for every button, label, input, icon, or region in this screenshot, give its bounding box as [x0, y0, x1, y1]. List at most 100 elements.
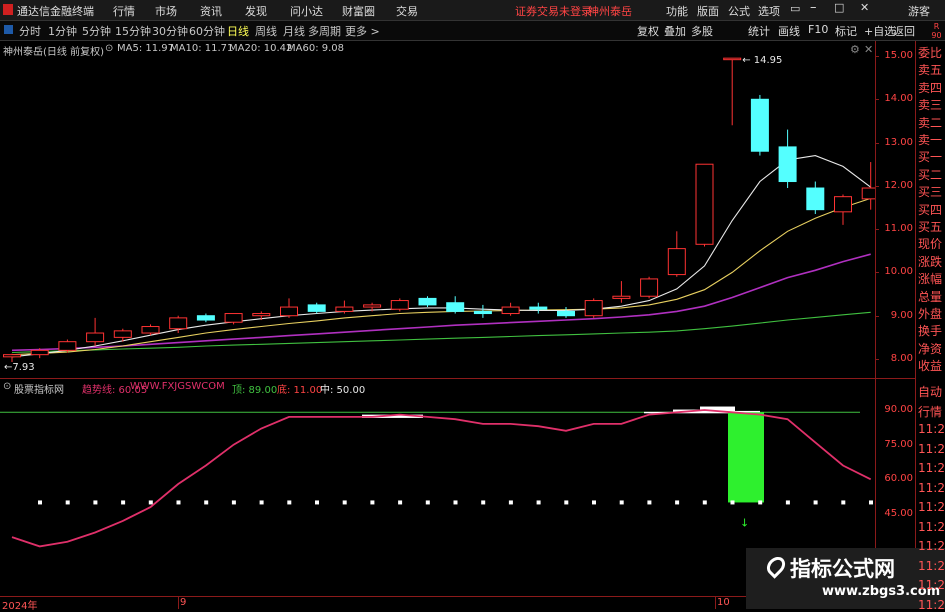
quote-tick-label: 11:2 — [918, 578, 945, 592]
btn-tongji[interactable]: 统计 — [748, 23, 770, 39]
period-fenshi[interactable]: 分时 — [19, 23, 41, 39]
menu-gongneng[interactable]: 功能 — [666, 3, 688, 19]
stock-name-title: 神州泰岳 — [588, 5, 632, 18]
price-tick-label: 11.00 — [884, 223, 913, 235]
location-pin-icon — [763, 553, 789, 579]
menu-shichang[interactable]: 市场 — [155, 3, 177, 19]
quote-field-label: 收益 — [918, 359, 943, 374]
btn-fuquan[interactable]: 复权 — [637, 23, 659, 39]
window-restore-icon[interactable]: ▭ — [790, 2, 800, 15]
quote-field-label: 涨跌 — [918, 254, 943, 269]
price-tick-label: 9.00 — [890, 309, 913, 321]
quote-field-label: 买一 — [918, 150, 943, 165]
mid-dot — [287, 500, 292, 505]
period-more[interactable]: 更多 > — [345, 23, 380, 39]
indicator-legend-item: WWW.FXJGSWCOM — [130, 381, 225, 392]
period-5min[interactable]: 5分钟 — [82, 23, 111, 39]
quote-field-label: 买二 — [918, 167, 943, 182]
quote-tick-label: 11:2 — [918, 519, 945, 534]
price-tick-label: 12.00 — [884, 179, 913, 191]
quote-tick-label: 11:2 — [918, 441, 945, 456]
quote-tick-label: 自动 — [918, 385, 943, 399]
app-name: 通达信金融终端 — [17, 5, 94, 18]
btn-duogu[interactable]: 多股 — [691, 23, 713, 39]
candle-body — [196, 315, 215, 321]
candle-body — [501, 306, 520, 315]
mid-dot — [702, 500, 707, 505]
btn-zixuan[interactable]: +自选 — [864, 23, 895, 39]
price-tick-label: 15.00 — [884, 50, 913, 61]
mid-dot — [785, 500, 790, 505]
menu-xuanxiang[interactable]: 选项 — [758, 3, 780, 19]
menu-zixun[interactable]: 资讯 — [200, 3, 222, 19]
mid-dot — [813, 500, 818, 505]
period-30min[interactable]: 30分钟 — [152, 23, 188, 39]
mid-dot — [675, 500, 680, 505]
candle-body — [834, 196, 852, 213]
indicator-legend-item: 底: 11.00 — [277, 385, 323, 396]
indicator-tick-label: 75.00 — [884, 438, 913, 450]
quote-field-label: 买四 — [918, 202, 943, 217]
period-15min[interactable]: 15分钟 — [115, 23, 151, 39]
candle-body — [529, 306, 548, 310]
close-icon[interactable]: ✕ — [860, 1, 869, 14]
menu-hangqing[interactable]: 行情 — [113, 3, 135, 19]
candle-body — [363, 304, 382, 308]
quote-tick-label: 11:2 — [918, 480, 945, 495]
guest-login[interactable]: 游客 — [908, 3, 930, 19]
candle-body — [695, 163, 714, 245]
ma10-line — [11, 197, 871, 356]
menu-jiaoyi[interactable]: 交易 — [396, 3, 418, 19]
panel-toggle-icon[interactable]: R 90 — [928, 22, 945, 40]
quote-field-label: 净资 — [918, 341, 943, 356]
price-tick-mark — [875, 229, 879, 231]
menu-gongshi[interactable]: 公式 — [728, 3, 750, 19]
mid-dot — [259, 500, 264, 505]
mid-dot — [38, 500, 42, 505]
menu-faxian[interactable]: 发现 — [245, 3, 267, 19]
btn-huaxian[interactable]: 画线 — [778, 23, 800, 39]
mid-dot — [121, 500, 126, 505]
quote-tick-label: 11:2 — [918, 461, 945, 475]
mid-dot — [481, 500, 486, 505]
price-chart[interactable]: ← 14.95 ←7.93 — [0, 41, 875, 378]
btn-f10[interactable]: F10 — [808, 23, 828, 36]
app-logo-icon — [3, 4, 13, 15]
mid-dot — [148, 500, 153, 505]
period-daily[interactable]: 日线 — [227, 23, 249, 39]
menu-caifuquan[interactable]: 财富圈 — [342, 3, 375, 19]
mid-dot — [536, 500, 541, 505]
indicator-chart[interactable]: ↓ — [0, 379, 875, 596]
maximize-icon[interactable]: □ — [834, 1, 844, 14]
candle-body — [141, 326, 160, 334]
btn-biaoji[interactable]: 标记 — [835, 23, 857, 39]
candle-body — [58, 341, 77, 351]
quote-field-label: 外盘 — [918, 307, 943, 321]
ma60-line — [11, 311, 871, 354]
right-panel-border — [915, 41, 916, 609]
candle-body — [778, 146, 797, 183]
menu-wenxiaoda[interactable]: 问小达 — [290, 3, 323, 19]
mid-dot — [508, 500, 513, 505]
period-monthly[interactable]: 月线 — [283, 23, 305, 39]
period-60min[interactable]: 60分钟 — [189, 23, 225, 39]
period-1min[interactable]: 1分钟 — [48, 23, 77, 39]
btn-diejia[interactable]: 叠加 — [664, 23, 686, 39]
candle-body — [280, 306, 298, 317]
menu-banmian[interactable]: 版面 — [697, 3, 719, 19]
price-tick-mark — [875, 315, 879, 317]
candle-body — [252, 313, 271, 317]
candle-body — [861, 187, 875, 200]
candle-body — [3, 354, 21, 358]
kline-mode-icon[interactable] — [4, 25, 13, 34]
mid-dot — [453, 500, 458, 505]
period-weekly[interactable]: 周线 — [255, 23, 277, 39]
candle-body — [224, 313, 243, 323]
indicator-legend-item: 顶: 89.00 — [232, 385, 278, 396]
quote-field-label: 涨幅 — [918, 272, 943, 287]
minimize-icon[interactable]: – — [810, 0, 817, 15]
btn-fanhui[interactable]: 返回 — [893, 23, 915, 39]
broker-status[interactable]: 证券交易未登录 — [515, 3, 592, 19]
period-multi[interactable]: 多周期 — [308, 23, 341, 39]
candle-body — [473, 310, 492, 315]
